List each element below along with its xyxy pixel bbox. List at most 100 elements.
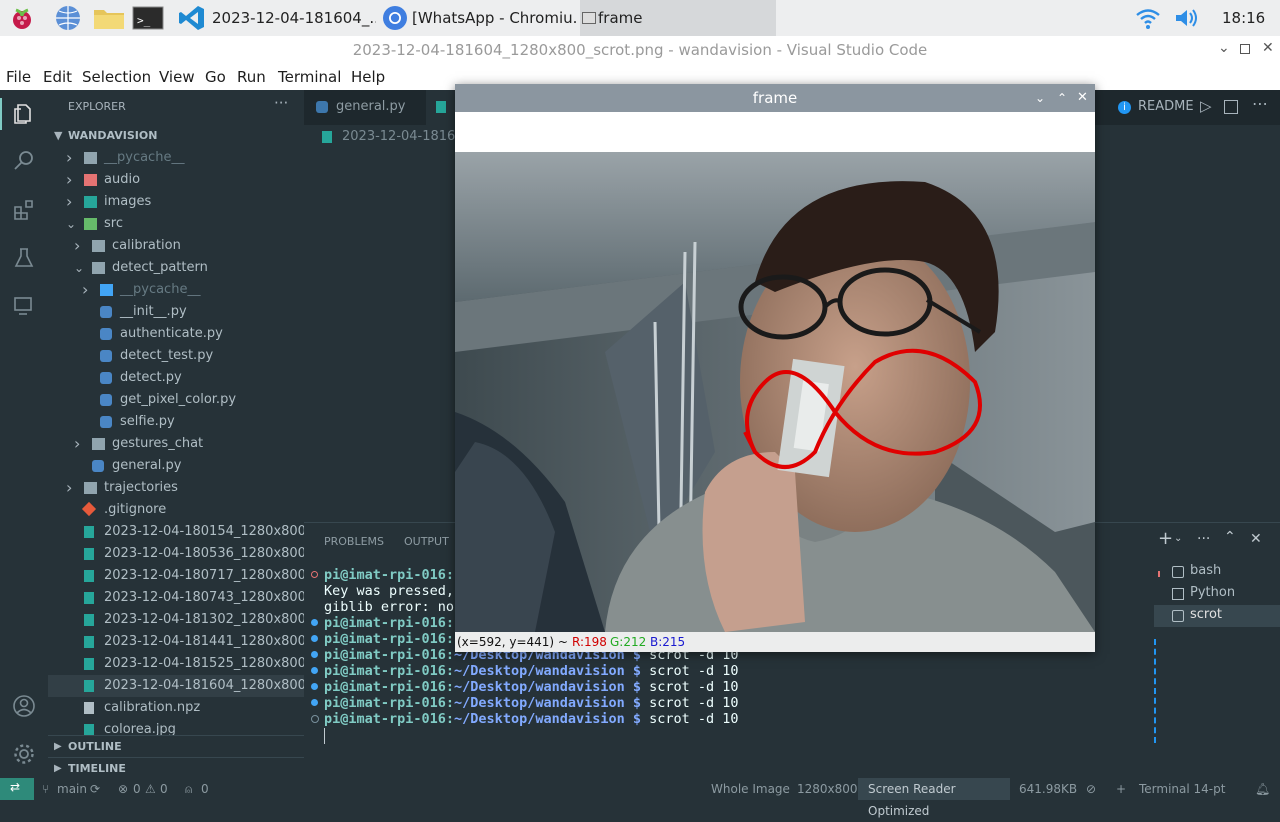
menu-terminal[interactable]: Terminal — [278, 66, 341, 88]
warning-count[interactable]: 0 — [160, 778, 168, 800]
remote-icon: ⇄ — [10, 780, 21, 794]
menu-help[interactable]: Help — [351, 66, 385, 88]
new-terminal-icon[interactable]: + — [1158, 528, 1173, 549]
folder-item[interactable]: › audio — [48, 169, 304, 191]
more-actions-icon[interactable]: ··· — [1197, 531, 1210, 547]
taskbar-app-chromium[interactable]: [WhatsApp - Chromiu... — [380, 0, 576, 36]
plus-icon[interactable]: + — [1116, 778, 1126, 800]
file-item[interactable]: 2023-12-04-180536_1280x800_s... — [48, 543, 304, 565]
file-item[interactable]: detect_test.py — [48, 345, 304, 367]
run-icon[interactable]: ▷ — [1200, 97, 1212, 115]
raspberry-menu-icon[interactable] — [8, 4, 36, 32]
tab-problems[interactable]: PROBLEMS — [324, 535, 384, 548]
ports-count[interactable]: 0 — [201, 778, 209, 800]
command-decoration-icon[interactable] — [311, 619, 318, 626]
taskbar-app-vscode[interactable]: 2023-12-04-181604_... — [176, 0, 376, 36]
file-item[interactable]: authenticate.py — [48, 323, 304, 345]
wifi-icon[interactable] — [1134, 4, 1162, 32]
outline-section[interactable]: ▶ OUTLINE — [48, 735, 304, 758]
testing-icon[interactable] — [12, 246, 36, 270]
more-actions-icon[interactable]: ··· — [274, 94, 288, 112]
command-decoration-icon[interactable] — [311, 699, 318, 706]
close-icon[interactable]: ✕ — [1077, 84, 1088, 112]
file-item[interactable]: 2023-12-04-180717_1280x800_s... — [48, 565, 304, 587]
minimize-icon[interactable]: ⌄ — [1035, 84, 1045, 112]
terminal-item-bash[interactable]: bash — [1154, 561, 1280, 583]
menu-selection[interactable]: Selection — [82, 66, 151, 88]
tab-general-py[interactable]: general.py — [304, 90, 427, 125]
menu-run[interactable]: Run — [237, 66, 266, 88]
more-actions-icon[interactable]: ⋯ — [1252, 94, 1268, 113]
sync-icon[interactable]: ⟳ — [90, 778, 100, 800]
command-decoration-icon[interactable] — [311, 667, 318, 674]
volume-icon[interactable] — [1172, 4, 1200, 32]
screen-reader-badge[interactable]: Screen Reader Optimized — [858, 778, 1010, 818]
broadcast-icon[interactable]: ⊘ — [1086, 778, 1096, 800]
file-item[interactable]: __init__.py — [48, 301, 304, 323]
folder-item[interactable]: › images — [48, 191, 304, 213]
file-manager-icon[interactable] — [92, 4, 126, 32]
close-icon[interactable]: ✕ — [1262, 40, 1274, 56]
maximize-icon[interactable] — [1240, 44, 1250, 54]
file-item[interactable]: 2023-12-04-180154_1280x800_s... — [48, 521, 304, 543]
file-item[interactable]: detect.py — [48, 367, 304, 389]
remote-indicator[interactable]: ⇄ — [0, 778, 34, 800]
web-browser-icon[interactable] — [54, 4, 82, 32]
menu-go[interactable]: Go — [205, 66, 226, 88]
taskbar-app-frame[interactable]: frame — [580, 0, 776, 36]
error-count[interactable]: 0 — [133, 778, 141, 800]
file-item[interactable]: 2023-12-04-181525_1280x800_s... — [48, 653, 304, 675]
maximize-icon[interactable]: ⌃ — [1057, 84, 1067, 112]
folder-item[interactable]: ⌄ detect_pattern — [48, 257, 304, 279]
file-item[interactable]: 2023-12-04-181604_1280x800_s... — [48, 675, 304, 697]
terminal-font-size[interactable]: Terminal 14-pt — [1139, 778, 1225, 800]
search-icon[interactable] — [12, 148, 36, 172]
command-decoration-icon[interactable] — [311, 683, 318, 690]
file-item[interactable]: .gitignore — [48, 499, 304, 521]
chevron-down-icon[interactable]: ⌄ — [1174, 533, 1182, 544]
minimize-icon[interactable]: ⌄ — [1218, 40, 1230, 56]
terminal-item-python[interactable]: Python — [1154, 583, 1280, 605]
split-editor-icon[interactable] — [1224, 100, 1238, 114]
account-icon[interactable] — [12, 694, 36, 718]
branch-name[interactable]: main — [57, 778, 87, 800]
menu-view[interactable]: View — [159, 66, 195, 88]
folder-item[interactable]: › gestures_chat — [48, 433, 304, 455]
tab-output[interactable]: OUTPUT — [404, 535, 449, 548]
remote-explorer-icon[interactable] — [12, 294, 36, 318]
menu-file[interactable]: File — [6, 66, 31, 88]
frame-window[interactable]: frame ⌄ ⌃ ✕ (x=592, y=441) ~ R:198 G:212… — [455, 84, 1095, 652]
folder-item[interactable]: › calibration — [48, 235, 304, 257]
close-panel-icon[interactable]: ✕ — [1250, 531, 1262, 547]
clock[interactable]: 18:16 — [1222, 0, 1265, 36]
file-item[interactable]: selfie.py — [48, 411, 304, 433]
timeline-section[interactable]: ▶ TIMELINE — [48, 757, 304, 780]
terminal-icon[interactable]: >_ — [132, 4, 164, 32]
maximize-panel-icon[interactable]: ⌃ — [1224, 529, 1236, 545]
notifications-bell-icon[interactable]: 🔔︎ — [1255, 778, 1270, 800]
extensions-icon[interactable] — [12, 198, 36, 222]
file-item[interactable]: 2023-12-04-181441_1280x800_s... — [48, 631, 304, 653]
command-decoration-icon[interactable] — [311, 571, 318, 578]
file-item[interactable]: 2023-12-04-180743_1280x800_s... — [48, 587, 304, 609]
terminal-item-scrot[interactable]: scrot — [1154, 605, 1280, 627]
frame-titlebar[interactable]: frame ⌄ ⌃ ✕ — [455, 84, 1095, 112]
readme-label[interactable]: README — [1138, 99, 1194, 114]
file-item[interactable]: get_pixel_color.py — [48, 389, 304, 411]
command-decoration-icon[interactable] — [311, 715, 319, 723]
command-decoration-icon[interactable] — [311, 635, 318, 642]
file-item[interactable]: calibration.npz — [48, 697, 304, 719]
command-decoration-icon[interactable] — [311, 651, 318, 658]
file-item[interactable]: general.py — [48, 455, 304, 477]
explorer-icon[interactable] — [12, 102, 36, 126]
folder-item[interactable]: › trajectories — [48, 477, 304, 499]
menu-edit[interactable]: Edit — [43, 66, 72, 88]
settings-gear-icon[interactable] — [12, 742, 36, 766]
chevron-right-icon: ▶ — [54, 763, 62, 774]
zoom-mode[interactable]: Whole Image — [711, 778, 790, 800]
folder-item[interactable]: › __pycache__ — [48, 147, 304, 169]
folder-item[interactable]: ⌄ src — [48, 213, 304, 235]
workspace-root[interactable]: ▼ WANDAVISION — [48, 125, 304, 147]
folder-item[interactable]: › __pycache__ — [48, 279, 304, 301]
file-item[interactable]: 2023-12-04-181302_1280x800_s... — [48, 609, 304, 631]
